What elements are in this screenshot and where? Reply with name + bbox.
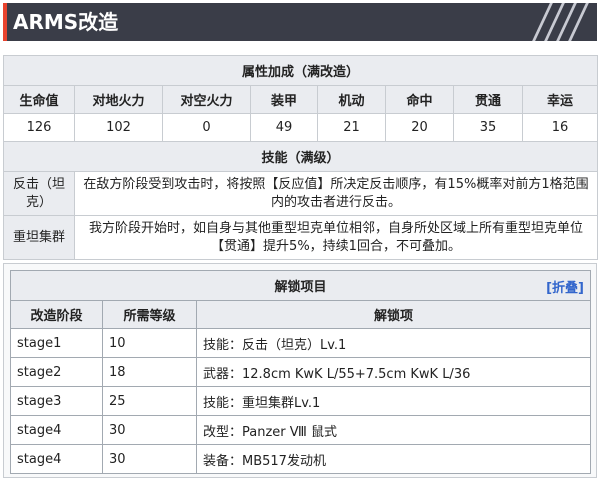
collapse-toggle[interactable]: [折叠]	[546, 277, 584, 296]
stat-label-luck: 幸运	[521, 85, 599, 114]
unlock-cell: 技能：重坦集群Lv.1	[196, 386, 591, 416]
stat-value-luck: 16	[521, 113, 599, 142]
col-header-unlock: 解锁项	[196, 300, 591, 329]
stat-value-hp: 126	[3, 113, 75, 142]
table-row: stage3 25 技能：重坦集群Lv.1	[10, 386, 591, 416]
table-row: stage1 10 技能：反击（坦克）Lv.1	[10, 328, 591, 358]
stat-value-penetration: 35	[453, 113, 523, 142]
unlock-cell: 武器：12.8cm KwK L/55+7.5cm KwK L/36	[196, 357, 591, 387]
unlock-table: 解锁项目 [折叠] 改造阶段 所需等级 解锁项 stage1 10 技能：反击（…	[10, 270, 591, 474]
level-cell: 10	[102, 328, 197, 358]
banner-stripes-decoration	[530, 3, 591, 41]
stat-label-mobility: 机动	[317, 85, 386, 114]
stats-header: 属性加成（满改造）	[2, 55, 599, 86]
unlock-cell: 改型：Panzer Ⅷ 鼠式	[196, 415, 591, 445]
col-header-stage: 改造阶段	[10, 300, 103, 329]
stat-label-accuracy: 命中	[385, 85, 454, 114]
unlock-panel: 解锁项目 [折叠] 改造阶段 所需等级 解锁项 stage1 10 技能：反击（…	[3, 263, 597, 478]
stage-cell: stage4	[10, 415, 103, 445]
level-cell: 30	[102, 444, 197, 474]
stat-value-ground-firepower: 102	[74, 113, 163, 142]
stat-label-ground-firepower: 对地火力	[74, 85, 163, 114]
stat-value-air-firepower: 0	[162, 113, 251, 142]
stat-label-air-firepower: 对空火力	[162, 85, 251, 114]
unlock-cell: 装备：MB517发动机	[196, 444, 591, 474]
stat-value-accuracy: 20	[385, 113, 454, 142]
section-banner: ARMS改造	[3, 3, 597, 41]
banner-accent	[3, 3, 7, 41]
stage-cell: stage1	[10, 328, 103, 358]
stage-cell: stage3	[10, 386, 103, 416]
unlock-title: 解锁项目	[274, 280, 327, 295]
skill-name: 重坦集群	[3, 215, 75, 260]
stage-cell: stage4	[10, 444, 103, 474]
skill-description: 我方阶段开始时，如自身与其他重型坦克单位相邻，自身所处区域上所有重型坦克单位【贯…	[73, 215, 599, 260]
table-row: stage2 18 武器：12.8cm KwK L/55+7.5cm KwK L…	[10, 357, 591, 387]
stage-cell: stage2	[10, 357, 103, 387]
stat-value-armor: 49	[250, 113, 318, 142]
stat-label-hp: 生命值	[3, 85, 75, 114]
unlock-cell: 技能：反击（坦克）Lv.1	[196, 328, 591, 358]
table-row: stage4 30 改型：Panzer Ⅷ 鼠式	[10, 415, 591, 445]
stats-table: 属性加成（满改造） 生命值 对地火力 对空火力 装甲 机动 命中 贯通 幸运 1…	[2, 55, 599, 260]
level-cell: 30	[102, 415, 197, 445]
col-header-level: 所需等级	[102, 300, 197, 329]
stat-label-penetration: 贯通	[453, 85, 523, 114]
level-cell: 25	[102, 386, 197, 416]
skills-header: 技能（满级）	[2, 141, 599, 172]
skill-name: 反击（坦克）	[3, 171, 75, 216]
stat-label-armor: 装甲	[250, 85, 318, 114]
stat-value-mobility: 21	[317, 113, 386, 142]
unlock-header: 解锁项目 [折叠]	[10, 270, 591, 301]
section-title: ARMS改造	[13, 10, 119, 34]
table-row: stage4 30 装备：MB517发动机	[10, 444, 591, 474]
skill-description: 在敌方阶段受到攻击时，将按照【反应值】所决定反击顺序，有15%概率对前方1格范围…	[73, 171, 599, 216]
level-cell: 18	[102, 357, 197, 387]
